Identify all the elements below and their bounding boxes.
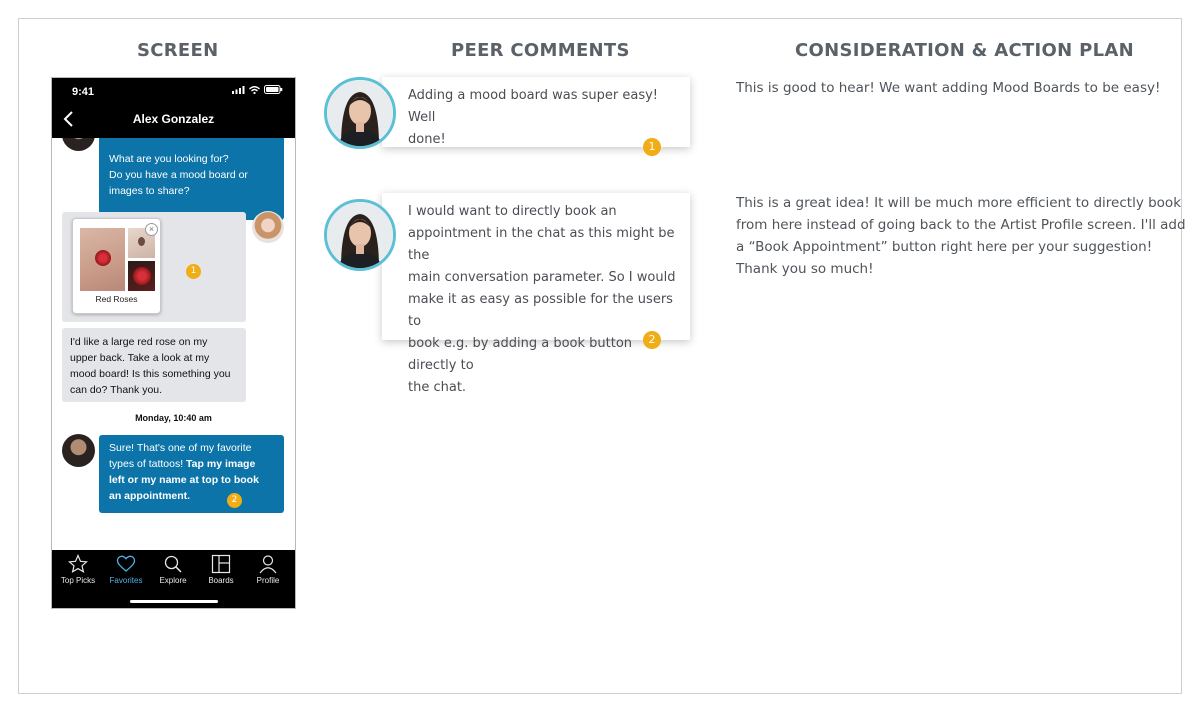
annotation-marker: 1 (186, 264, 201, 279)
reviewer-portrait (327, 202, 393, 268)
annotation-marker: 2 (227, 493, 242, 508)
chat-header: Alex Gonzalez (52, 100, 295, 138)
annotation-marker: 1 (643, 138, 661, 156)
user-avatar (252, 211, 284, 243)
tab-label: Explore (159, 576, 187, 585)
action-line: a “Book Appointment” button right here p… (736, 239, 1153, 255)
tab-label: Top Picks (60, 576, 96, 585)
tab-favorites[interactable]: Favorites (102, 554, 150, 585)
peer-comment-card: I would want to directly book an appoint… (382, 193, 690, 395)
wifi-icon (249, 85, 260, 94)
message-line: Do you have a mood board or (109, 169, 248, 181)
tab-boards[interactable]: Boards (197, 554, 245, 585)
search-icon (164, 555, 182, 573)
mood-board-message: × Red Roses 1 (62, 212, 246, 322)
battery-icon (264, 85, 283, 94)
phone-screen: 9:41 Alex Gonzalez What are you looking … (51, 77, 296, 609)
comment-line: book e.g. by adding a book button direct… (408, 336, 633, 373)
action-plan-heading: CONSIDERATION & ACTION PLAN (795, 40, 1134, 61)
message-line: upper back. Take a look at my (70, 352, 210, 364)
card-label: Red Roses (95, 294, 138, 304)
status-bar: 9:41 (52, 78, 295, 100)
boards-icon (211, 554, 231, 574)
message-line: images to share? (109, 185, 190, 197)
tab-label: Favorites (109, 576, 143, 585)
message-text: types of tattoos! (109, 458, 187, 470)
message-line: left or my name at top to book (109, 474, 259, 486)
tab-top-picks[interactable]: Top Picks (54, 554, 102, 585)
reviewer-portrait (327, 80, 393, 146)
artist-avatar[interactable] (62, 138, 95, 151)
action-line: Thank you so much! (736, 261, 874, 277)
signal-icon (232, 85, 245, 94)
artist-reply: Sure! That's one of my favorite types of… (99, 435, 284, 513)
artist-avatar[interactable] (62, 434, 95, 467)
mood-board-card[interactable]: × Red Roses (72, 218, 161, 314)
rose-tattoo (133, 267, 151, 285)
comment-line: Adding a mood board was super easy! Well (408, 88, 659, 125)
message-line: Sure! That's one of my favorite (109, 442, 252, 454)
tab-label: Boards (208, 576, 234, 585)
home-indicator (130, 600, 218, 603)
reviewer-avatar (324, 77, 396, 149)
peer-comments-heading: PEER COMMENTS (451, 40, 630, 61)
tattoo-image (128, 261, 155, 291)
message-line: an appointment. (109, 490, 191, 502)
message-timestamp: Monday, 10:40 am (135, 413, 212, 423)
user-message: I'd like a large red rose on my upper ba… (62, 328, 246, 402)
tattoo-image (80, 228, 125, 291)
rose-tattoo (95, 250, 111, 266)
tab-label: Profile (256, 576, 280, 585)
contact-name[interactable]: Alex Gonzalez (52, 112, 295, 126)
message-line: I'd like a large red rose on my (70, 336, 208, 348)
message-text-bold: Tap my image (186, 458, 256, 470)
message-line: can do? Thank you. (70, 384, 163, 396)
message-line: mood board! Is this something you (70, 368, 231, 380)
action-line: This is a great idea! It will be much mo… (736, 195, 1182, 211)
peer-comment-card: Adding a mood board was super easy! Well… (382, 77, 690, 156)
action-plan-item: This is a great idea! It will be much mo… (736, 192, 1186, 280)
comment-line: done! (408, 132, 446, 147)
comment-line: main conversation parameter. So I would (408, 270, 676, 285)
comment-line: I would want to directly book an (408, 204, 617, 219)
action-plan-item: This is good to hear! We want adding Moo… (736, 77, 1160, 99)
status-icons (232, 85, 283, 94)
status-time: 9:41 (72, 86, 95, 98)
profile-icon (259, 555, 277, 574)
tab-bar: Top Picks Favorites Explore Boards Profi… (52, 550, 295, 608)
tab-explore[interactable]: Explore (149, 554, 197, 585)
screen-heading: SCREEN (137, 40, 219, 61)
chat-thread: What are you looking for? Do you have a … (52, 138, 295, 552)
heart-icon (116, 555, 136, 572)
action-line: This is good to hear! We want adding Moo… (736, 80, 1161, 96)
comment-line: make it as easy as possible for the user… (408, 292, 673, 329)
star-icon (68, 554, 88, 574)
annotation-marker: 2 (643, 331, 661, 349)
tab-profile[interactable]: Profile (244, 554, 292, 585)
close-icon[interactable]: × (145, 223, 158, 236)
comment-line: the chat. (408, 380, 467, 395)
action-line: from here instead of going back to the A… (736, 217, 1186, 233)
comment-line: appointment in the chat as this might be… (408, 226, 675, 263)
reviewer-avatar (324, 199, 396, 271)
rose-tattoo (138, 237, 145, 246)
artist-message: What are you looking for? Do you have a … (99, 138, 284, 220)
message-line: What are you looking for? (109, 153, 229, 165)
